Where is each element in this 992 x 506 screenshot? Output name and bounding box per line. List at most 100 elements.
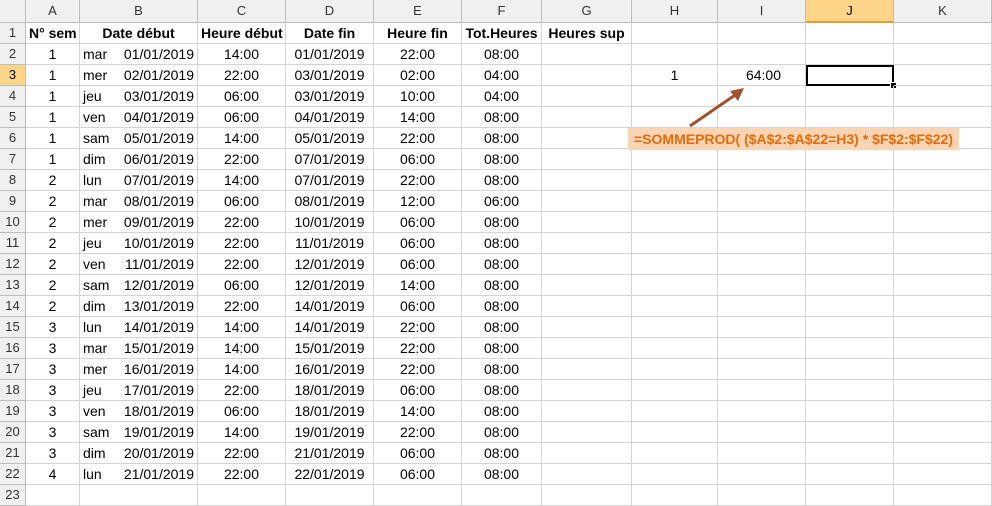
row-header-23[interactable]: 23 <box>0 485 26 506</box>
cell-e5[interactable]: 14:00 <box>374 107 462 128</box>
cell-e9[interactable]: 12:00 <box>374 191 462 212</box>
cell-e7[interactable]: 06:00 <box>374 149 462 170</box>
column-header-h[interactable]: H <box>632 0 718 23</box>
cell-h5[interactable] <box>632 107 718 128</box>
cell-c3[interactable]: 22:00 <box>198 65 286 86</box>
cell-g14[interactable] <box>542 296 632 317</box>
cell-a22[interactable]: 4 <box>26 464 80 485</box>
cell-f13[interactable]: 08:00 <box>462 275 542 296</box>
cell-j1[interactable] <box>806 23 894 44</box>
cell-c12[interactable]: 22:00 <box>198 254 286 275</box>
cell-c11[interactable]: 22:00 <box>198 233 286 254</box>
cell-f23[interactable] <box>462 485 542 506</box>
cell-g6[interactable] <box>542 128 632 149</box>
row-header-3[interactable]: 3 <box>0 65 26 86</box>
cell-a2[interactable]: 1 <box>26 44 80 65</box>
column-header-b[interactable]: B <box>80 0 198 23</box>
cell-j11[interactable] <box>806 233 894 254</box>
cell-k14[interactable] <box>894 296 992 317</box>
cell-e20[interactable]: 22:00 <box>374 422 462 443</box>
cell-h18[interactable] <box>632 380 718 401</box>
cell-a10[interactable]: 2 <box>26 212 80 233</box>
cell-a15[interactable]: 3 <box>26 317 80 338</box>
cell-b5[interactable]: ven 04/01/2019 <box>80 107 198 128</box>
cell-h15[interactable] <box>632 317 718 338</box>
cell-d16[interactable]: 15/01/2019 <box>286 338 374 359</box>
cell-k17[interactable] <box>894 359 992 380</box>
cell-d21[interactable]: 21/01/2019 <box>286 443 374 464</box>
cell-i18[interactable] <box>718 380 806 401</box>
cell-g9[interactable] <box>542 191 632 212</box>
cell-b10[interactable]: mer 09/01/2019 <box>80 212 198 233</box>
cell-b18[interactable]: jeu 17/01/2019 <box>80 380 198 401</box>
cell-i19[interactable] <box>718 401 806 422</box>
cell-c4[interactable]: 06:00 <box>198 86 286 107</box>
cell-d1[interactable]: Date fin <box>286 23 374 44</box>
cell-g17[interactable] <box>542 359 632 380</box>
cell-d14[interactable]: 14/01/2019 <box>286 296 374 317</box>
cell-f11[interactable]: 08:00 <box>462 233 542 254</box>
cell-e17[interactable]: 22:00 <box>374 359 462 380</box>
column-header-c[interactable]: C <box>198 0 286 23</box>
column-header-g[interactable]: G <box>542 0 632 23</box>
row-header-17[interactable]: 17 <box>0 359 26 380</box>
cell-d4[interactable]: 03/01/2019 <box>286 86 374 107</box>
cell-f17[interactable]: 08:00 <box>462 359 542 380</box>
cell-j12[interactable] <box>806 254 894 275</box>
cell-c19[interactable]: 06:00 <box>198 401 286 422</box>
cell-k13[interactable] <box>894 275 992 296</box>
cell-h16[interactable] <box>632 338 718 359</box>
cell-k20[interactable] <box>894 422 992 443</box>
column-header-f[interactable]: F <box>462 0 542 23</box>
cell-c22[interactable]: 22:00 <box>198 464 286 485</box>
row-header-12[interactable]: 12 <box>0 254 26 275</box>
cell-f19[interactable]: 08:00 <box>462 401 542 422</box>
cell-c8[interactable]: 14:00 <box>198 170 286 191</box>
cell-j4[interactable] <box>806 86 894 107</box>
cell-h22[interactable] <box>632 464 718 485</box>
cell-g7[interactable] <box>542 149 632 170</box>
cell-c10[interactable]: 22:00 <box>198 212 286 233</box>
cell-f6[interactable]: 08:00 <box>462 128 542 149</box>
cell-g5[interactable] <box>542 107 632 128</box>
cell-d20[interactable]: 19/01/2019 <box>286 422 374 443</box>
cell-a1[interactable]: N° sem <box>26 23 80 44</box>
cell-i11[interactable] <box>718 233 806 254</box>
column-header-i[interactable]: I <box>718 0 806 23</box>
cell-e4[interactable]: 10:00 <box>374 86 462 107</box>
cell-e6[interactable]: 22:00 <box>374 128 462 149</box>
cell-k1[interactable] <box>894 23 992 44</box>
cell-b19[interactable]: ven 18/01/2019 <box>80 401 198 422</box>
cell-e3[interactable]: 02:00 <box>374 65 462 86</box>
cell-i22[interactable] <box>718 464 806 485</box>
cell-f14[interactable]: 08:00 <box>462 296 542 317</box>
cell-k16[interactable] <box>894 338 992 359</box>
cell-c23[interactable] <box>198 485 286 506</box>
row-header-16[interactable]: 16 <box>0 338 26 359</box>
cell-e23[interactable] <box>374 485 462 506</box>
cell-h7[interactable] <box>632 149 718 170</box>
cell-c16[interactable]: 14:00 <box>198 338 286 359</box>
cell-k4[interactable] <box>894 86 992 107</box>
column-header-e[interactable]: E <box>374 0 462 23</box>
cell-b21[interactable]: dim 20/01/2019 <box>80 443 198 464</box>
cell-f7[interactable]: 08:00 <box>462 149 542 170</box>
cell-d12[interactable]: 12/01/2019 <box>286 254 374 275</box>
row-header-5[interactable]: 5 <box>0 107 26 128</box>
cell-b20[interactable]: sam 19/01/2019 <box>80 422 198 443</box>
cell-f21[interactable]: 08:00 <box>462 443 542 464</box>
cell-h21[interactable] <box>632 443 718 464</box>
cell-a16[interactable]: 3 <box>26 338 80 359</box>
cell-f22[interactable]: 08:00 <box>462 464 542 485</box>
cell-b15[interactable]: lun 14/01/2019 <box>80 317 198 338</box>
row-header-6[interactable]: 6 <box>0 128 26 149</box>
cell-g15[interactable] <box>542 317 632 338</box>
cell-g20[interactable] <box>542 422 632 443</box>
cell-d7[interactable]: 07/01/2019 <box>286 149 374 170</box>
cell-g11[interactable] <box>542 233 632 254</box>
cell-a9[interactable]: 2 <box>26 191 80 212</box>
cell-c21[interactable]: 22:00 <box>198 443 286 464</box>
cell-b3[interactable]: mer 02/01/2019 <box>80 65 198 86</box>
cell-k9[interactable] <box>894 191 992 212</box>
cell-k2[interactable] <box>894 44 992 65</box>
